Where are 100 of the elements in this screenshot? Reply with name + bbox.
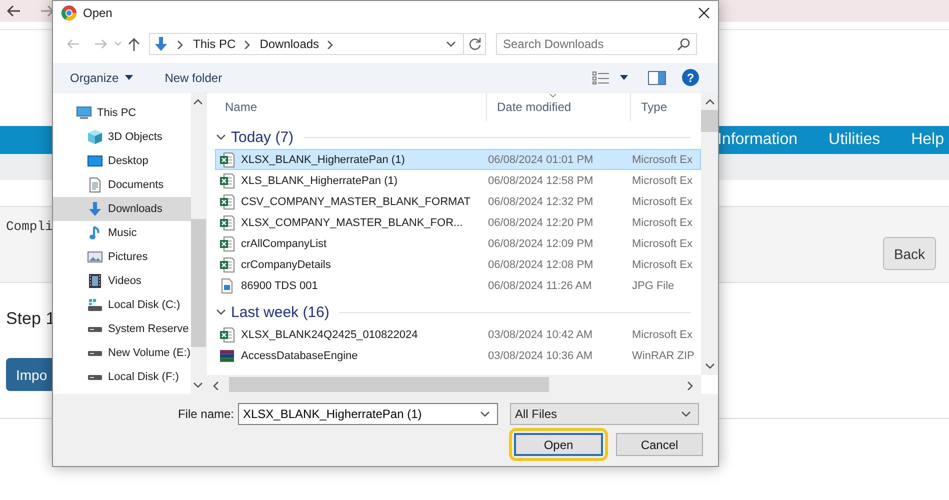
refresh-icon[interactable] xyxy=(468,37,482,51)
file-type-dropdown[interactable]: All Files xyxy=(510,403,699,425)
tree-item[interactable]: New Volume (E:) xyxy=(53,341,191,365)
breadcrumb-item[interactable]: Downloads xyxy=(260,37,320,51)
back-icon[interactable] xyxy=(6,3,22,19)
file-name: AccessDatabaseEngine xyxy=(241,350,358,362)
image-file-icon xyxy=(219,278,235,294)
group-label: Today (7) xyxy=(231,128,294,146)
chevron-icon[interactable] xyxy=(192,97,204,107)
file-type: Microsoft Ex xyxy=(632,196,694,208)
preview-pane-icon[interactable] xyxy=(648,70,666,84)
file-row[interactable]: XLS_BLANK_HigherratePan (1) 06/08/2024 12:58 PM Microsoft Ex xyxy=(215,170,701,191)
tree-item[interactable]: Documents xyxy=(53,173,191,197)
close-icon[interactable] xyxy=(698,7,710,19)
download-icon xyxy=(87,201,103,217)
date-modified: 03/08/2024 10:36 AM xyxy=(488,350,594,362)
drive-icon xyxy=(87,350,103,356)
scrollbar-thumb[interactable] xyxy=(229,377,549,392)
back-button[interactable]: Back xyxy=(883,237,936,270)
tree-item[interactable]: Desktop xyxy=(53,149,191,173)
spreadsheet-icon xyxy=(219,236,235,252)
dialog-title: Open xyxy=(83,6,114,20)
file-name: 86900 TDS 001 xyxy=(241,280,318,292)
document-icon xyxy=(87,177,103,193)
tree-item[interactable]: Videos xyxy=(53,269,191,293)
breadcrumb-item[interactable]: This PC xyxy=(193,37,236,51)
date-modified: 06/08/2024 11:26 AM xyxy=(488,280,593,292)
file-type: Microsoft Ex xyxy=(632,238,694,250)
nav-menu-item[interactable]: Information xyxy=(717,131,798,149)
file-name: crCompanyDetails xyxy=(241,258,331,270)
nav-menu-item[interactable]: Help xyxy=(911,131,944,149)
cube-icon xyxy=(87,129,103,145)
chevron-icon[interactable] xyxy=(215,307,227,317)
group-label: Last week (16) xyxy=(231,304,330,320)
file-row[interactable]: XLSX_BLANK_HigherratePan (1) 06/08/2024 01:01 PM Microsoft Ex xyxy=(215,149,701,170)
desktop-icon xyxy=(87,153,103,169)
file-type: Microsoft Ex xyxy=(632,154,694,166)
scrollbar[interactable] xyxy=(190,93,206,394)
film-icon xyxy=(87,273,103,289)
caret-icon xyxy=(124,74,133,80)
file-name-field[interactable]: XLSX_BLANK_HigherratePan (1) xyxy=(238,403,498,425)
scrollbar-thumb[interactable] xyxy=(701,110,718,132)
tree-item[interactable]: Music xyxy=(53,221,191,245)
drive-icon xyxy=(87,297,103,313)
file-name: XLS_BLANK_HigherratePan (1) xyxy=(241,174,398,186)
file-row[interactable]: AccessDatabaseEngine 03/08/2024 10:36 AM WinRAR ZIP xyxy=(215,345,701,366)
file-row[interactable]: CSV_COMPANY_MASTER_BLANK_FORMAT 06/08/2024 12:32 PM Microsoft Ex xyxy=(215,191,701,212)
address-bar[interactable]: This PC Downloads xyxy=(149,33,486,55)
caret-icon[interactable] xyxy=(620,74,628,80)
forward-icon[interactable] xyxy=(39,3,55,19)
chevron-icon[interactable] xyxy=(192,380,204,390)
chevron-icon[interactable] xyxy=(445,39,457,49)
chevron-icon[interactable] xyxy=(479,409,491,419)
field-label: File name: xyxy=(176,407,235,421)
tree-item[interactable]: Local Disk (F:) xyxy=(53,365,191,389)
drive-icon xyxy=(87,374,103,380)
open-button[interactable]: Open xyxy=(514,433,603,456)
chevron-icon[interactable] xyxy=(215,132,227,142)
search-icon xyxy=(677,37,691,51)
search-field[interactable]: Search Downloads xyxy=(496,33,697,55)
import-button[interactable]: Impo xyxy=(6,358,52,391)
column-header[interactable]: Name xyxy=(215,93,487,121)
help-button[interactable]: ? xyxy=(682,69,699,86)
tree-item[interactable]: 3D Objects xyxy=(53,125,191,149)
file-row[interactable]: XLSX_COMPANY_MASTER_BLANK_FOR... 06/08/2024 12:20 PM Microsoft Ex xyxy=(215,212,701,233)
computer-icon xyxy=(76,105,92,121)
picture-icon xyxy=(87,249,103,265)
date-modified: 06/08/2024 12:32 PM xyxy=(488,196,594,208)
file-row[interactable]: XLSX_BLANK24Q2425_010822024 03/08/2024 10:42 AM Microsoft Ex xyxy=(215,324,701,345)
tree-item[interactable]: Downloads xyxy=(53,197,191,221)
file-name: XLSX_BLANK_HigherratePan (1) xyxy=(241,154,405,166)
tree-item[interactable]: Pictures xyxy=(53,245,191,269)
date-modified: 06/08/2024 12:20 PM xyxy=(488,216,594,228)
tree-item[interactable]: This PC xyxy=(53,101,191,125)
chevron-icon[interactable] xyxy=(704,97,716,107)
file-name: XLSX_BLANK24Q2425_010822024 xyxy=(241,328,418,340)
column-header[interactable]: Type xyxy=(631,93,701,121)
organize-button[interactable]: Organize xyxy=(70,70,133,84)
file-row[interactable]: crCompanyDetails 06/08/2024 12:08 PM Microsoft Ex xyxy=(215,254,701,275)
chevron-icon xyxy=(680,409,692,419)
up-icon[interactable] xyxy=(127,36,141,52)
scrollbar[interactable] xyxy=(207,375,701,394)
date-modified: 06/08/2024 01:01 PM xyxy=(488,154,594,166)
new-folder-button[interactable]: New folder xyxy=(164,70,222,84)
chevron-icon[interactable] xyxy=(704,361,716,371)
scrollbar-thumb[interactable] xyxy=(190,219,206,347)
tree-item[interactable]: Local Disk (C:) xyxy=(53,293,191,317)
nav-menu-item[interactable]: Utilities xyxy=(828,131,880,149)
file-row[interactable]: crAllCompanyList 06/08/2024 12:09 PM Microsoft Ex xyxy=(215,233,701,254)
spreadsheet-icon xyxy=(219,326,235,342)
view-list-icon[interactable] xyxy=(592,70,610,84)
file-type: Microsoft Ex xyxy=(632,216,694,228)
scrollbar[interactable] xyxy=(701,93,718,375)
drive-icon xyxy=(87,326,103,332)
column-header[interactable]: Date modified xyxy=(487,93,631,121)
cancel-button[interactable]: Cancel xyxy=(616,433,703,456)
tree-item[interactable]: System Reserve xyxy=(53,317,191,341)
file-name: crAllCompanyList xyxy=(241,238,327,250)
date-modified: 06/08/2024 12:58 PM xyxy=(488,174,594,186)
file-row[interactable]: 86900 TDS 001 06/08/2024 11:26 AM JPG File xyxy=(215,275,701,296)
